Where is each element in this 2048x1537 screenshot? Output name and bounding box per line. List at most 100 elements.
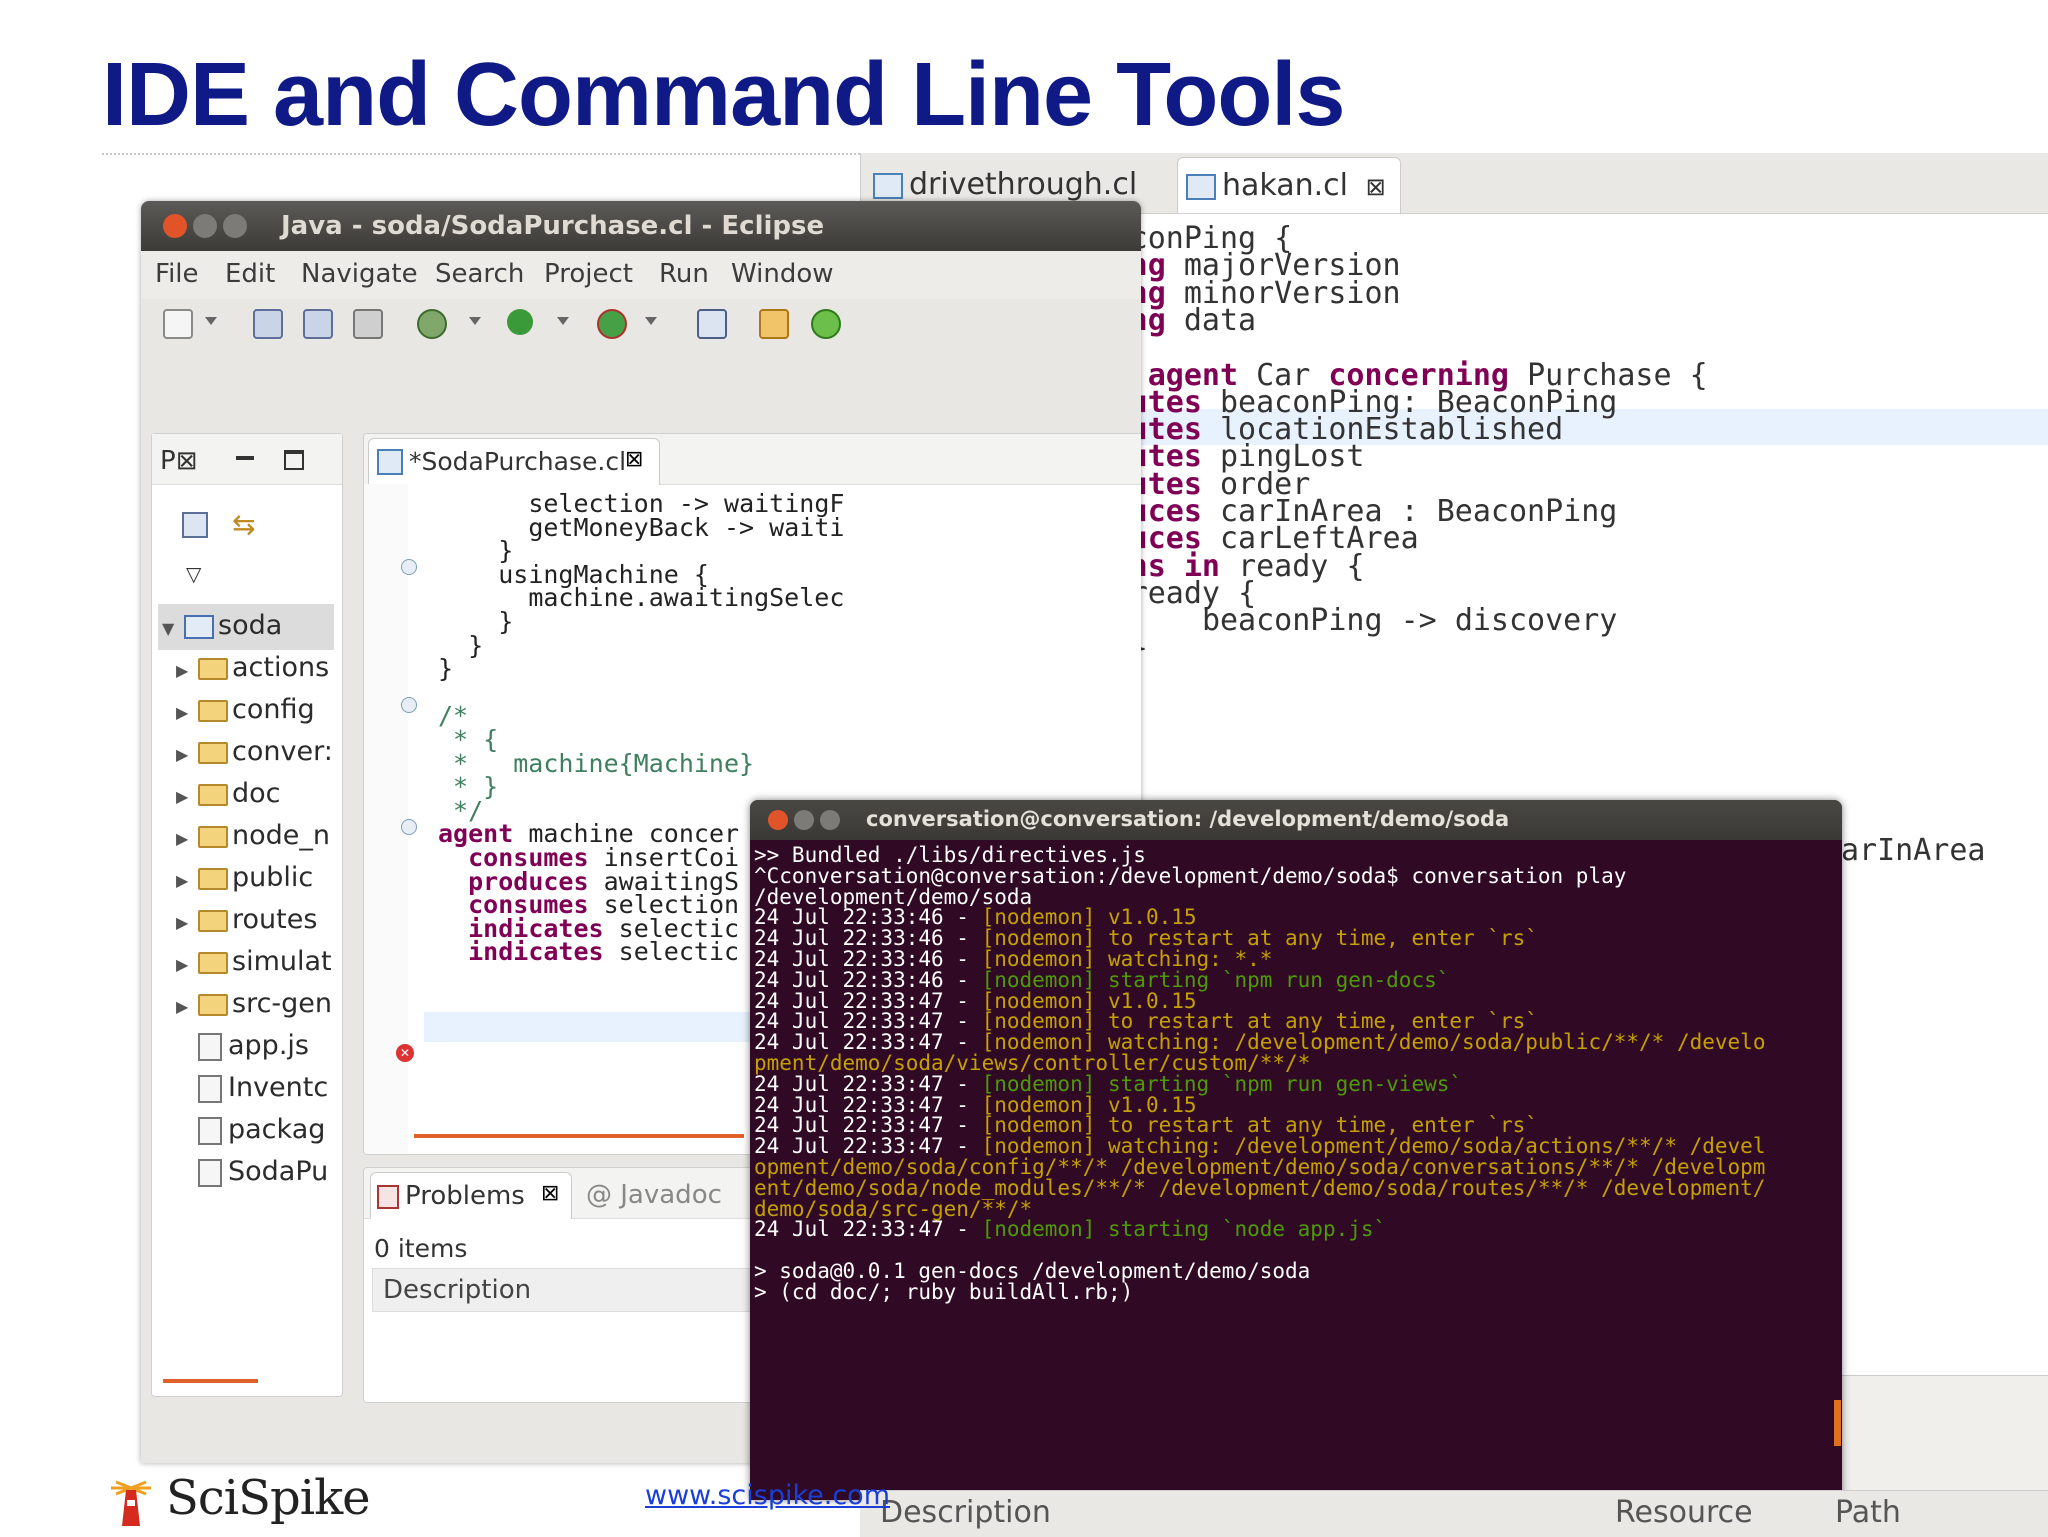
menu-edit[interactable]: Edit (225, 259, 275, 289)
column-path[interactable]: Path (1835, 1495, 1901, 1530)
error-marker-icon[interactable]: ✕ (396, 1044, 414, 1062)
tree-item[interactable]: packag (162, 1114, 337, 1156)
view-scroll-indicator (163, 1379, 258, 1383)
footer-link[interactable]: www.scispike.com (645, 1480, 890, 1511)
column-description[interactable]: Description (880, 1495, 1051, 1530)
print-icon[interactable] (353, 309, 383, 339)
close-icon[interactable]: ⊠ (625, 447, 643, 472)
run-external-tool-icon[interactable] (597, 309, 627, 339)
expand-arrow-icon[interactable]: ▶ (176, 913, 198, 932)
link-with-editor-icon[interactable]: ⇆ (232, 508, 255, 541)
skip-breakpoints-icon[interactable] (697, 309, 727, 339)
expand-arrow-icon[interactable]: ▶ (176, 787, 198, 806)
file-icon (198, 1158, 222, 1187)
at-icon: @ (586, 1180, 621, 1210)
code-token: machine.awaitingSelec (528, 583, 845, 613)
terminal-titlebar: conversation@conversation: /development/… (750, 800, 1842, 840)
column-resource[interactable]: Resource (1615, 1495, 1753, 1530)
new-file-icon[interactable] (163, 309, 193, 339)
expand-arrow-icon[interactable]: ▶ (176, 829, 198, 848)
folder-icon (198, 993, 228, 1016)
menu-search[interactable]: Search (435, 259, 524, 289)
fold-toggle-icon[interactable] (401, 697, 417, 713)
column-description[interactable]: Description (383, 1275, 531, 1305)
problems-icon (377, 1185, 399, 1209)
minimize-window-button[interactable] (794, 810, 814, 830)
view-menu-icon[interactable]: ▽ (186, 562, 201, 586)
tree-item[interactable]: ▶ node_n (162, 820, 337, 862)
expand-arrow-icon[interactable]: ▶ (176, 703, 198, 722)
dropdown-arrow-icon[interactable] (645, 317, 657, 325)
code-token: -> (1400, 603, 1437, 639)
menu-window[interactable]: Window (731, 259, 834, 289)
code-token: discovery (1454, 603, 1618, 639)
tab-problems[interactable]: Problems ⊠ (370, 1172, 572, 1219)
close-icon[interactable]: ⊠ (541, 1181, 559, 1206)
folder-icon (198, 825, 228, 848)
refresh-icon[interactable] (811, 309, 841, 339)
menu-navigate[interactable]: Navigate (301, 259, 418, 289)
tree-item[interactable]: ▶ doc (162, 778, 337, 820)
tree-item[interactable]: ▶ public (162, 862, 337, 904)
code-token: { (1689, 357, 1708, 393)
tree-item[interactable]: SodaPu (162, 1156, 337, 1198)
tab-hakan[interactable]: hakan.cl ⊠ (1177, 157, 1401, 213)
tree-item[interactable]: Inventc (162, 1072, 337, 1114)
fold-toggle-icon[interactable] (401, 559, 417, 575)
problems-count: 0 items (374, 1234, 468, 1263)
maximize-window-button[interactable] (223, 214, 247, 238)
close-window-button[interactable] (768, 810, 788, 830)
tab-javadoc[interactable]: @ Javadoc (586, 1180, 722, 1210)
tree-item-label: actions (232, 652, 330, 683)
dropdown-arrow-icon[interactable] (205, 317, 217, 325)
expand-arrow-icon[interactable]: ▶ (176, 745, 198, 764)
maximize-window-button[interactable] (820, 810, 840, 830)
tree-item[interactable]: ▶ config (162, 694, 337, 736)
tab-sodapurchase[interactable]: *SodaPurchase.cl ⊠ (368, 438, 660, 485)
tree-item[interactable]: app.js (162, 1030, 337, 1072)
maximize-view-icon[interactable] (284, 450, 304, 470)
tree-item[interactable]: ▶ simulat (162, 946, 337, 988)
expand-arrow-icon[interactable]: ▶ (176, 661, 198, 680)
folder-icon (198, 951, 228, 974)
save-icon[interactable] (253, 309, 283, 339)
close-icon[interactable]: ⊠ (1366, 173, 1386, 201)
minimize-view-icon[interactable] (236, 456, 254, 460)
run-icon[interactable] (507, 309, 533, 335)
tree-item-soda[interactable]: ▼ soda (162, 610, 337, 652)
terminal-line: 24 Jul 22:33:47 - [nodemon] starting `no… (754, 1216, 1386, 1243)
code-token: data (1183, 302, 1257, 338)
dropdown-arrow-icon[interactable] (557, 317, 569, 325)
menu-file[interactable]: File (155, 259, 199, 289)
collapse-all-icon[interactable] (182, 512, 208, 538)
close-icon[interactable]: ⊠ (176, 446, 198, 476)
minimize-window-button[interactable] (193, 214, 217, 238)
eclipse-menubar: File Edit Navigate Search Project Run Wi… (141, 251, 1141, 299)
tree-item[interactable]: ▶ actions (162, 652, 337, 694)
menu-run[interactable]: Run (659, 259, 709, 289)
expand-arrow-icon[interactable]: ▶ (176, 997, 198, 1016)
folder-icon (198, 909, 228, 932)
logo-text: SciSpike (166, 1470, 371, 1526)
debug-icon[interactable] (417, 309, 447, 339)
tab-label: hakan.cl (1222, 168, 1349, 203)
expand-arrow-icon[interactable]: ▶ (176, 955, 198, 974)
save-all-icon[interactable] (303, 309, 333, 339)
new-package-icon[interactable] (759, 309, 789, 339)
tree-item-label: Inventc (228, 1072, 329, 1103)
tree-item[interactable]: ▶ routes (162, 904, 337, 946)
expand-arrow-icon[interactable]: ▼ (162, 619, 184, 638)
menu-project[interactable]: Project (544, 259, 633, 289)
expand-arrow-icon[interactable]: ▶ (176, 871, 198, 890)
tab-label: *SodaPurchase.cl (409, 447, 627, 476)
tree-item-label: config (232, 694, 315, 725)
tree-item[interactable]: ▶ conver: (162, 736, 337, 778)
terminal-scrollbar[interactable] (1834, 1400, 1841, 1446)
tree-item[interactable]: ▶ src-gen (162, 988, 337, 1030)
dropdown-arrow-icon[interactable] (469, 317, 481, 325)
close-window-button[interactable] (163, 214, 187, 238)
tab-package-explorer[interactable]: P⊠ (160, 446, 197, 476)
fold-toggle-icon[interactable] (401, 819, 417, 835)
